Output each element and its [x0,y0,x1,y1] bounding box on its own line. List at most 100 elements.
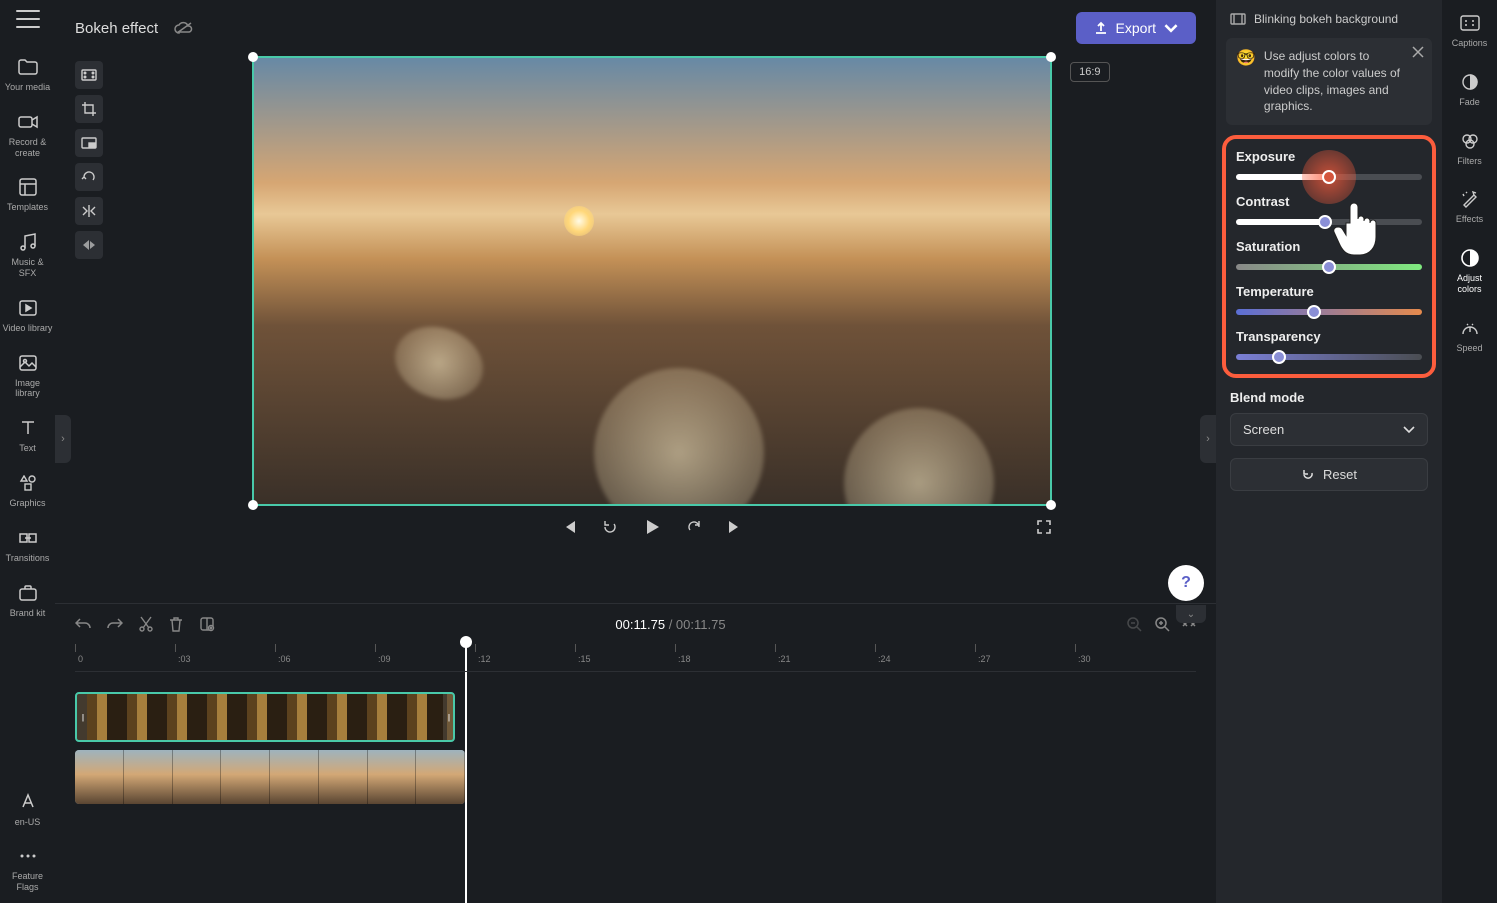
help-button[interactable]: ? [1168,565,1204,601]
track-2[interactable] [75,750,1196,804]
contrast-thumb[interactable] [1318,215,1332,229]
split-button[interactable] [199,616,215,632]
right-panel-expand-tab[interactable]: › [1200,415,1216,463]
sidebar-item-image-library[interactable]: Image library [3,352,53,400]
sidebar-item-brand-kit[interactable]: Brand kit [3,582,53,619]
contrast-slider-group: Contrast [1236,194,1422,225]
toolbar-item-effects[interactable]: Effects [1445,188,1495,225]
timeline-ruler[interactable]: 0:03:06:09:12:15:18:21:24:27:30 [75,644,1196,672]
saturation-slider[interactable] [1236,264,1422,270]
ruler-tick: :27 [975,644,991,671]
time-display: 00:11.75 / 00:11.75 [231,617,1110,632]
temperature-thumb[interactable] [1307,305,1321,319]
flip-v-tool[interactable] [75,231,103,259]
project-title[interactable]: Bokeh effect [75,20,158,37]
pip-tool[interactable] [75,129,103,157]
ruler-tick: 0 [75,644,83,671]
forward-button[interactable] [685,518,703,536]
clip-icon [1230,13,1246,25]
preview-canvas[interactable] [252,56,1052,506]
transparency-thumb[interactable] [1272,350,1286,364]
exposure-thumb[interactable] [1322,170,1336,184]
playback-controls [252,518,1052,536]
sidebar-item-your-media[interactable]: Your media [3,56,53,93]
sidebar-item-graphics[interactable]: Graphics [3,472,53,509]
sidebar-item-video-library[interactable]: Video library [3,297,53,334]
zoom-in-button[interactable] [1154,616,1170,632]
reset-button[interactable]: Reset [1230,458,1428,491]
skip-back-button[interactable] [561,519,577,535]
transparency-slider[interactable] [1236,354,1422,360]
fit-tool[interactable] [75,61,103,89]
sidebar-item-transitions[interactable]: Transitions [3,527,53,564]
toolbar-item-filters[interactable]: Filters [1445,130,1495,167]
toolbar-item-adjust-colors[interactable]: Adjust colors [1445,247,1495,295]
clip-name-label: Blinking bokeh background [1254,12,1398,26]
tip-close-button[interactable] [1412,46,1424,58]
effects-icon [1459,188,1481,210]
timeline-collapse-button[interactable]: ⌄ [1176,605,1206,623]
tracks-area[interactable]: || || [55,672,1216,903]
menu-button[interactable] [16,10,40,28]
saturation-label: Saturation [1236,239,1422,254]
chevron-down-icon [1403,426,1415,434]
exposure-slider[interactable] [1236,174,1422,180]
saturation-thumb[interactable] [1322,260,1336,274]
ruler-tick: :09 [375,644,391,671]
sidebar-item-music-sfx[interactable]: Music & SFX [3,231,53,279]
tracks-playhead[interactable] [465,672,467,903]
export-button[interactable]: Export [1076,12,1196,44]
track-1[interactable]: || || [75,692,1196,742]
transparency-slider-group: Transparency [1236,329,1422,360]
cut-button[interactable] [139,616,153,632]
contrast-slider[interactable] [1236,219,1422,225]
fullscreen-button[interactable] [1036,519,1052,535]
resize-handle-tr[interactable] [1046,52,1056,62]
ruler-tick: :21 [775,644,791,671]
resize-handle-bl[interactable] [248,500,258,510]
right-toolbar: Captions Fade Filters Effects Adjust col… [1442,0,1497,903]
sidebar-item-templates[interactable]: Templates [3,176,53,213]
flip-h-tool[interactable] [75,197,103,225]
play-button[interactable] [643,518,661,536]
clip-handle-right[interactable]: || [443,694,453,740]
folder-icon [17,56,39,78]
speed-icon [1459,317,1481,339]
sidebar-item-text[interactable]: Text [3,417,53,454]
transparency-label: Transparency [1236,329,1422,344]
temperature-slider[interactable] [1236,309,1422,315]
aspect-ratio-badge[interactable]: 16:9 [1070,62,1109,82]
sidebar-item-record-create[interactable]: Record & create [3,111,53,159]
toolbar-item-speed[interactable]: Speed [1445,317,1495,354]
properties-panel: › Blinking bokeh background 🤓 Use adjust… [1216,0,1442,903]
resize-handle-tl[interactable] [248,52,258,62]
rewind-button[interactable] [601,518,619,536]
clip-sunset[interactable] [75,750,465,804]
toolbar-item-fade[interactable]: Fade [1445,71,1495,108]
adjust-colors-icon [1459,247,1481,269]
ruler-tick: :03 [175,644,191,671]
ruler-tick: :30 [1075,644,1091,671]
blend-mode-label: Blend mode [1230,390,1428,405]
temperature-slider-group: Temperature [1236,284,1422,315]
zoom-out-button[interactable] [1126,616,1142,632]
sidebar-item-feature-flags[interactable]: Feature Flags [3,845,53,893]
clip-handle-left[interactable]: || [77,694,87,740]
skip-forward-button[interactable] [727,519,743,535]
delete-button[interactable] [169,616,183,632]
toolbar-item-captions[interactable]: Captions [1445,12,1495,49]
cloud-sync-icon[interactable] [174,21,194,35]
undo-button[interactable] [75,617,91,631]
canvas-tools [75,56,107,593]
sidebar-item-locale[interactable]: en-US [3,791,53,828]
resize-handle-br[interactable] [1046,500,1056,510]
rotate-tool[interactable] [75,163,103,191]
ruler-playhead[interactable] [465,644,467,671]
crop-tool[interactable] [75,95,103,123]
panel-header: Blinking bokeh background [1216,0,1442,34]
clip-bokeh[interactable]: || || [75,692,455,742]
left-panel-expand-tab[interactable]: › [55,415,71,463]
redo-button[interactable] [107,617,123,631]
blend-mode-select[interactable]: Screen [1230,413,1428,446]
exposure-label: Exposure [1236,149,1422,164]
